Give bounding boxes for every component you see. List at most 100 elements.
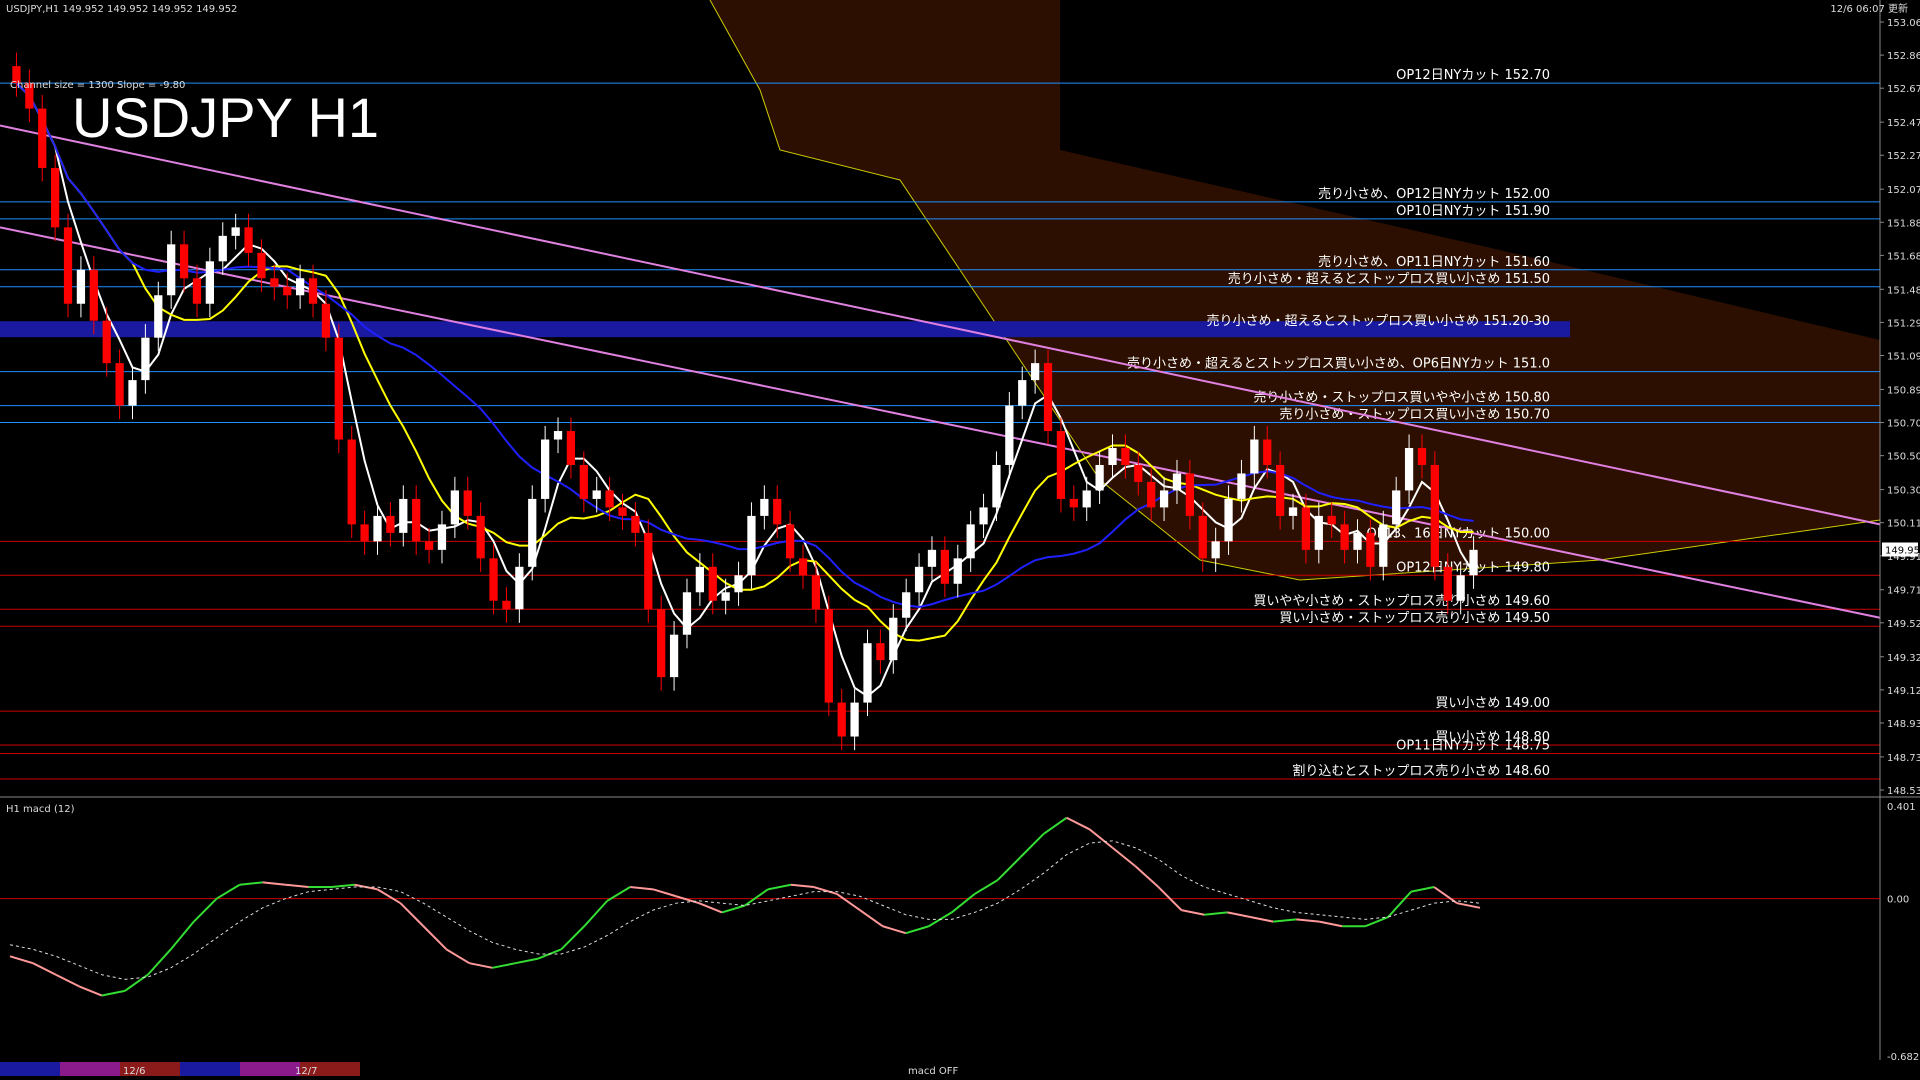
y-tick-label: 153.060 [1887,18,1920,29]
candle-body [528,498,537,567]
candle-body [786,524,795,559]
candle-body [141,337,150,381]
candle-body [347,439,356,525]
candle-body [76,269,86,304]
candle-body [747,515,756,576]
candle-body [914,566,924,593]
candle-body [927,549,937,567]
candle-body [760,498,769,516]
timestamp: 12/6 06:07 更新 [1830,2,1908,15]
candle-body [128,380,137,406]
candle-body [824,609,833,703]
candle-body [669,634,679,678]
candle-body [1159,490,1169,508]
candle-body [1237,473,1246,499]
candle-body [605,490,614,508]
session-segment [180,1062,240,1076]
candle-body [179,244,189,279]
candle-body [424,541,434,550]
y-tick-label: 151.685 [1887,251,1920,262]
candle-body [631,515,640,533]
candle-body [1263,439,1272,465]
candle-body [579,464,588,499]
candle-body [1185,473,1194,516]
candle-body [476,515,485,559]
y-tick-label: 150.305 [1887,486,1920,497]
candle-body [1082,490,1091,508]
candle-body [231,227,240,236]
candle-body [1430,464,1439,567]
candle-body [1250,439,1259,474]
level-label: 売り小さめ、OP12日NYカット 152.00 [1318,186,1550,202]
y-tick-label: 152.865 [1887,51,1920,62]
y-tick-label: 152.470 [1887,118,1920,129]
candle-body [966,524,975,559]
macd-label: H1 macd (12) [6,804,75,815]
candle-body [1288,507,1298,516]
candle-body [773,498,782,525]
candle-body [1108,448,1117,465]
candle-body [902,592,911,618]
symbol-header: USDJPY,H1 149.952 149.952 149.952 149.95… [6,4,237,15]
candle-body [167,244,176,296]
candle-body [373,515,382,542]
y-tick-label: 151.095 [1887,352,1920,363]
level-label: 売り小さめ・超えるとストップロス買い小さめ、OP6日NYカット 151.0 [1127,356,1550,372]
candle-body [450,490,459,525]
current-price-label: 149.952 [1885,546,1920,557]
candle-body [489,558,498,601]
candle-body [992,464,1001,508]
level-label: 売り小さめ・超えるとストップロス買い小さめ 151.50 [1228,271,1550,287]
macd-off-button[interactable]: macd OFF [908,1066,959,1077]
candle-body [1095,464,1104,491]
macd-tick-label: 0.00 [1887,895,1909,906]
candle-body [102,320,111,364]
y-tick-label: 152.275 [1887,151,1920,162]
candle-body [205,261,214,304]
level-label: 売り小さめ・ストップロス買い小さめ 150.70 [1279,407,1550,423]
candle-body [1069,498,1078,508]
candle-body [257,252,266,279]
level-label: OP10日NYカット 151.90 [1396,204,1550,219]
candle-body [334,337,343,440]
y-tick-label: 152.670 [1887,84,1920,95]
level-label: 買いやや小さめ・ストップロス売り小さめ 149.60 [1253,593,1550,609]
candle-body [592,490,601,499]
candle-body [51,167,60,228]
candle-body [1392,490,1401,525]
y-tick-label: 149.715 [1887,586,1920,597]
level-label: 買い小さめ 149.00 [1435,696,1550,711]
candle-body [270,278,279,287]
date-label-1: 12/6 [123,1066,145,1077]
candle-body [296,278,305,296]
chart-title: USDJPY H1 [72,86,379,149]
candle-body [1301,507,1311,550]
candle-body [321,303,331,338]
candle-body [1314,515,1323,550]
candle-body [618,507,627,516]
candle-body [1224,498,1233,542]
candle-body [1043,363,1053,432]
candle-body [644,532,653,610]
candle-body [1456,575,1465,601]
candle-body [1005,405,1014,465]
candle-body [979,507,988,525]
y-tick-label: 150.505 [1887,452,1920,463]
candle-body [1211,541,1220,559]
macd-tick-label: 0.401 [1887,802,1916,813]
y-tick-label: 152.075 [1887,185,1920,196]
candle-body [154,295,163,338]
candle-body [953,558,962,584]
candle-body [811,575,821,610]
candle-body [734,575,743,593]
candle-body [1121,448,1130,465]
candle-body [1417,448,1427,465]
candle-body [218,235,227,262]
session-segment [240,1062,300,1076]
y-tick-label: 148.730 [1887,753,1920,764]
candle-body [89,269,98,321]
candle-body [515,566,524,610]
candle-body [889,617,898,661]
candle-body [308,278,318,304]
session-segment [60,1062,120,1076]
